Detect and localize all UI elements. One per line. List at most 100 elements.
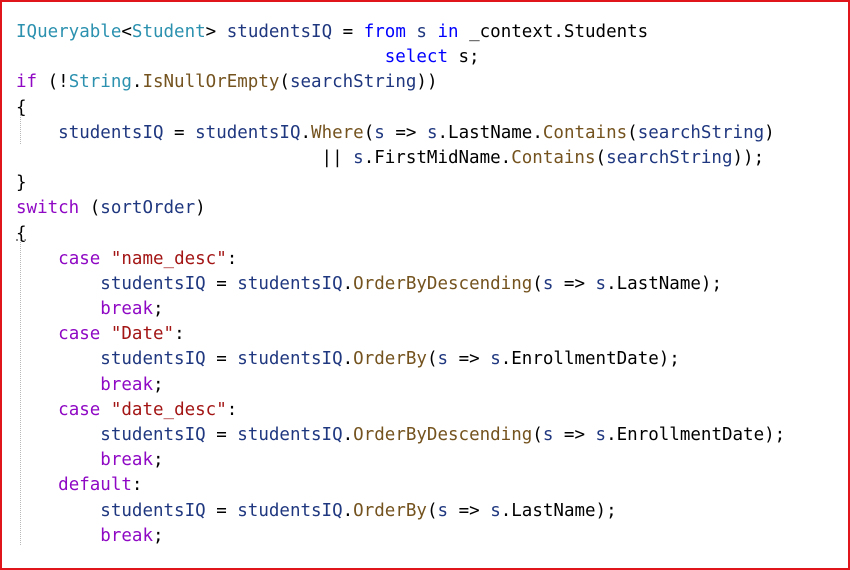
code-token: .: [342, 349, 354, 370]
code-token: in: [437, 22, 459, 42]
code-line[interactable]: if (!String.IsNullOrEmpty(searchString)): [16, 70, 785, 95]
code-token: s: [426, 122, 438, 143]
code-token: =>: [448, 500, 491, 521]
code-token: )): [416, 72, 438, 93]
code-token: OrderByDescending: [353, 425, 533, 445]
code-token: :: [226, 248, 238, 269]
code-token: (: [426, 349, 438, 370]
code-token: s: [437, 349, 449, 370]
code-token: (: [532, 273, 543, 294]
code-token: "date_desc": [110, 399, 227, 420]
code-token: .: [342, 273, 354, 294]
code-token: Where: [311, 122, 364, 143]
code-line[interactable]: studentsIQ = studentsIQ.OrderByDescendin…: [16, 272, 785, 297]
code-token: studentsIQ: [100, 500, 206, 521]
code-token: studentsIQ: [100, 273, 206, 294]
code-line[interactable]: studentsIQ = studentsIQ.OrderBy(s => s.E…: [16, 347, 785, 372]
code-token: (: [279, 72, 290, 93]
code-token: {: [16, 223, 27, 244]
code-token: {: [16, 97, 27, 118]
code-token: IsNullOrEmpty: [142, 72, 280, 93]
code-token: OrderBy: [353, 500, 427, 521]
code-token: studentsIQ: [237, 349, 343, 370]
code-editor-panel: IQueryable<Student> studentsIQ = from s …: [0, 0, 850, 570]
code-token: ): [195, 198, 206, 219]
code-token: ;: [152, 374, 164, 395]
code-token: searchString: [289, 72, 417, 93]
code-line[interactable]: case "date_desc":: [16, 398, 785, 423]
code-token: .: [342, 500, 354, 521]
code-token: =: [205, 349, 238, 370]
code-line[interactable]: break;: [16, 448, 785, 473]
code-line[interactable]: IQueryable<Student> studentsIQ = from s …: [16, 20, 785, 45]
code-line[interactable]: studentsIQ = studentsIQ.OrderByDescendin…: [16, 423, 785, 448]
code-line[interactable]: default:: [16, 473, 785, 498]
code-block[interactable]: IQueryable<Student> studentsIQ = from s …: [16, 20, 785, 549]
code-token: .LastName);: [606, 273, 722, 294]
code-line[interactable]: studentsIQ = studentsIQ.OrderBy(s => s.L…: [16, 499, 785, 524]
code-token: =: [205, 500, 238, 521]
code-line[interactable]: break;: [16, 373, 785, 398]
code-token: s: [405, 22, 438, 42]
code-token: =: [205, 273, 238, 294]
code-line[interactable]: case "Date":: [16, 322, 785, 347]
code-token: .EnrollmentDate);: [500, 349, 680, 370]
code-token: <: [121, 22, 132, 42]
code-token: (: [426, 500, 438, 521]
code-token: (: [79, 198, 101, 219]
code-token: Contains: [542, 122, 628, 143]
code-token: switch: [16, 198, 80, 219]
code-token: studentsIQ: [237, 500, 343, 521]
code-token: :: [131, 475, 143, 496]
code-token: break: [100, 374, 153, 395]
code-line[interactable]: studentsIQ = studentsIQ.Where(s => s.Las…: [16, 121, 785, 146]
code-line[interactable]: break;: [16, 297, 785, 322]
code-token: .: [300, 122, 312, 143]
code-line[interactable]: {: [16, 222, 785, 247]
code-token: case: [58, 399, 101, 420]
code-token: s: [374, 122, 385, 143]
code-line[interactable]: case "name_desc":: [16, 247, 785, 272]
code-token: s: [542, 273, 554, 294]
code-token: :: [174, 324, 185, 345]
code-token: =: [163, 122, 196, 143]
code-token: "Date": [110, 324, 175, 345]
code-token: break: [100, 450, 153, 471]
code-token: studentsIQ: [100, 349, 206, 370]
code-token: Student: [131, 22, 206, 42]
code-token: s: [490, 349, 501, 370]
code-token: s: [595, 425, 607, 445]
code-token: s: [490, 500, 501, 521]
code-token: (: [363, 122, 375, 143]
code-token: default: [58, 475, 132, 496]
code-line[interactable]: select s;: [16, 45, 785, 70]
code-line[interactable]: {: [16, 96, 785, 121]
code-token: s;: [447, 47, 480, 68]
code-line[interactable]: || s.FirstMidName.Contains(searchString)…: [16, 146, 785, 171]
code-token: .LastName.: [437, 122, 543, 143]
code-line[interactable]: switch (sortOrder): [16, 196, 785, 221]
code-token: "name_desc": [110, 248, 227, 269]
code-token: String: [68, 72, 132, 93]
code-token: ;: [152, 525, 164, 546]
code-token: IQueryable: [16, 22, 122, 42]
code-token: =>: [553, 273, 596, 294]
code-token: .EnrollmentDate);: [606, 425, 786, 445]
code-token: =>: [384, 122, 427, 143]
code-token: s: [542, 425, 554, 445]
code-token: s: [437, 500, 449, 521]
code-line[interactable]: break;: [16, 524, 785, 549]
code-token: case: [58, 324, 101, 345]
code-line[interactable]: }: [16, 171, 785, 196]
